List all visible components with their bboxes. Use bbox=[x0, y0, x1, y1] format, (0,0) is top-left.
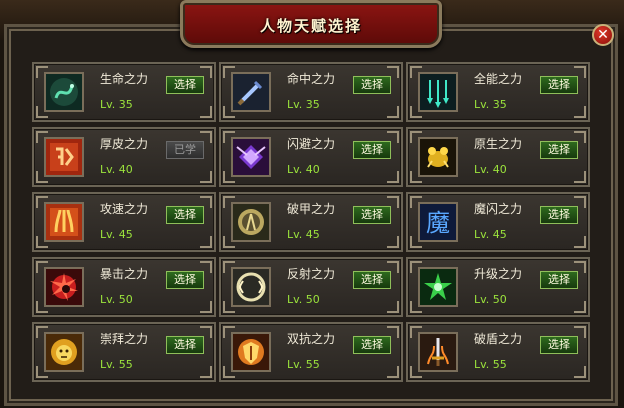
card-corner-ornament bbox=[200, 171, 212, 183]
talent-card: 崇拜之力 Lv. 55 选择 bbox=[32, 322, 216, 382]
flaming-sword-icon bbox=[418, 332, 458, 372]
select-button[interactable]: 选择 bbox=[540, 336, 578, 354]
talent-name: 厚皮之力 bbox=[100, 137, 149, 151]
card-corner-ornament bbox=[574, 236, 586, 248]
window-title: 人物天赋选择 bbox=[259, 17, 362, 35]
talent-name: 双抗之力 bbox=[287, 332, 336, 346]
crimson-burst-icon bbox=[44, 267, 84, 307]
card-corner-ornament bbox=[574, 171, 586, 183]
talent-card: 双抗之力 Lv. 55 选择 bbox=[219, 322, 403, 382]
golden-lion-icon bbox=[44, 332, 84, 372]
select-button[interactable]: 选择 bbox=[166, 76, 204, 94]
talent-card: 升级之力 Lv. 50 选择 bbox=[406, 257, 590, 317]
select-button[interactable]: 选择 bbox=[353, 271, 391, 289]
talent-name: 闪避之力 bbox=[287, 137, 336, 151]
talent-name: 崇拜之力 bbox=[100, 332, 149, 346]
green-serpent-icon bbox=[44, 72, 84, 112]
svg-text:魔: 魔 bbox=[426, 209, 450, 237]
purple-wings-icon bbox=[231, 137, 271, 177]
card-corner-ornament bbox=[387, 171, 399, 183]
talent-card: 命中之力 Lv. 35 选择 bbox=[219, 62, 403, 122]
defense-rune-icon bbox=[44, 137, 84, 177]
talent-level: Lv. 40 bbox=[287, 163, 320, 176]
talent-name: 命中之力 bbox=[287, 72, 336, 86]
talent-name: 破甲之力 bbox=[287, 202, 336, 216]
blue-sword-icon bbox=[231, 72, 271, 112]
talent-card: 破甲之力 Lv. 45 选择 bbox=[219, 192, 403, 252]
talent-name: 生命之力 bbox=[100, 72, 149, 86]
select-button[interactable]: 选择 bbox=[166, 206, 204, 224]
talent-level: Lv. 55 bbox=[474, 358, 507, 371]
fire-shield-icon bbox=[231, 332, 271, 372]
green-star-icon bbox=[418, 267, 458, 307]
select-button[interactable]: 选择 bbox=[353, 76, 391, 94]
title-plate: 人物天赋选择 bbox=[180, 0, 442, 48]
talent-level: Lv. 55 bbox=[287, 358, 320, 371]
card-corner-ornament bbox=[574, 106, 586, 118]
talent-card: 魔 魔闪之力 Lv. 45 选择 bbox=[406, 192, 590, 252]
talent-card: 原生之力 Lv. 40 选择 bbox=[406, 127, 590, 187]
talent-name: 全能之力 bbox=[474, 72, 523, 86]
talent-level: Lv. 50 bbox=[287, 293, 320, 306]
select-button[interactable]: 选择 bbox=[166, 271, 204, 289]
card-corner-ornament bbox=[200, 106, 212, 118]
select-button[interactable]: 选择 bbox=[540, 206, 578, 224]
card-corner-ornament bbox=[387, 301, 399, 313]
triple-arrows-icon bbox=[418, 72, 458, 112]
talent-name: 原生之力 bbox=[474, 137, 523, 151]
talent-card: 厚皮之力 Lv. 40 已学 bbox=[32, 127, 216, 187]
talent-name: 攻速之力 bbox=[100, 202, 149, 216]
talent-name: 魔闪之力 bbox=[474, 202, 523, 216]
close-button[interactable]: ✕ bbox=[592, 24, 614, 46]
select-button[interactable]: 选择 bbox=[540, 271, 578, 289]
select-button[interactable]: 选择 bbox=[540, 141, 578, 159]
talent-level: Lv. 45 bbox=[474, 228, 507, 241]
talent-level: Lv. 50 bbox=[100, 293, 133, 306]
select-button[interactable]: 选择 bbox=[166, 336, 204, 354]
select-button[interactable]: 选择 bbox=[353, 141, 391, 159]
talent-level: Lv. 35 bbox=[287, 98, 320, 111]
talent-card: 攻速之力 Lv. 45 选择 bbox=[32, 192, 216, 252]
learned-button: 已学 bbox=[166, 141, 204, 159]
reflect-shield-icon bbox=[231, 267, 271, 307]
card-corner-ornament bbox=[200, 366, 212, 378]
talent-level: Lv. 40 bbox=[474, 163, 507, 176]
talent-card: 生命之力 Lv. 35 选择 bbox=[32, 62, 216, 122]
card-corner-ornament bbox=[200, 236, 212, 248]
talent-level: Lv. 45 bbox=[100, 228, 133, 241]
talent-name: 暴击之力 bbox=[100, 267, 149, 281]
talent-card: 全能之力 Lv. 35 选择 bbox=[406, 62, 590, 122]
armor-break-icon bbox=[231, 202, 271, 242]
talent-name: 升级之力 bbox=[474, 267, 523, 281]
talent-level: Lv. 40 bbox=[100, 163, 133, 176]
golden-beast-icon bbox=[418, 137, 458, 177]
talent-level: Lv. 35 bbox=[474, 98, 507, 111]
card-corner-ornament bbox=[387, 236, 399, 248]
talent-level: Lv. 35 bbox=[100, 98, 133, 111]
talent-card: 闪避之力 Lv. 40 选择 bbox=[219, 127, 403, 187]
talent-name: 反射之力 bbox=[287, 267, 336, 281]
select-button[interactable]: 选择 bbox=[540, 76, 578, 94]
magic-rune-icon: 魔 bbox=[418, 202, 458, 242]
card-corner-ornament bbox=[387, 106, 399, 118]
card-corner-ornament bbox=[574, 366, 586, 378]
card-corner-ornament bbox=[574, 301, 586, 313]
fire-claw-icon bbox=[44, 202, 84, 242]
select-button[interactable]: 选择 bbox=[353, 206, 391, 224]
card-corner-ornament bbox=[387, 366, 399, 378]
talent-card: 暴击之力 Lv. 50 选择 bbox=[32, 257, 216, 317]
talent-level: Lv. 50 bbox=[474, 293, 507, 306]
select-button[interactable]: 选择 bbox=[353, 336, 391, 354]
talent-level: Lv. 45 bbox=[287, 228, 320, 241]
talent-level: Lv. 55 bbox=[100, 358, 133, 371]
card-corner-ornament bbox=[200, 301, 212, 313]
talent-name: 破盾之力 bbox=[474, 332, 523, 346]
talent-card: 反射之力 Lv. 50 选择 bbox=[219, 257, 403, 317]
talent-card: 破盾之力 Lv. 55 选择 bbox=[406, 322, 590, 382]
